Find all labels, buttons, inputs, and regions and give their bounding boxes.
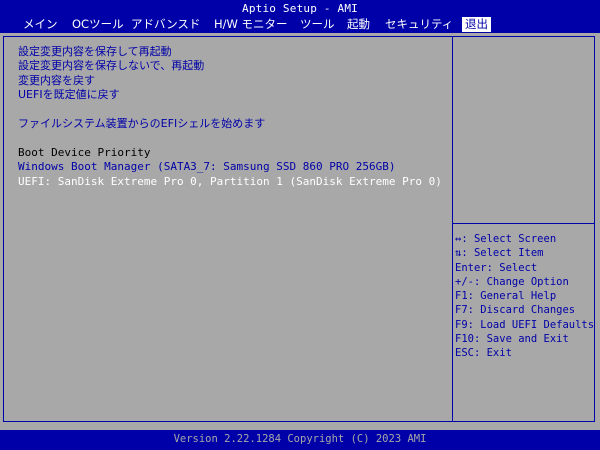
menu-bar: メイン OCツール アドバンスド H/W モニター ツール 起動 セキュリティ … (0, 16, 600, 33)
help-exit: ESC: Exit (455, 347, 512, 360)
menu-oc-tools[interactable]: OCツール (72, 17, 124, 32)
launch-efi-shell-option[interactable]: ファイルシステム装置からのEFIシェルを始めます (18, 117, 448, 131)
menu-main[interactable]: メイン (23, 17, 58, 32)
bios-screen: Aptio Setup - AMI メイン OCツール アドバンスド H/W モ… (0, 0, 600, 450)
help-discard-changes: F7: Discard Changes (455, 304, 576, 317)
load-defaults-option[interactable]: UEFIを既定値に戻す (18, 88, 448, 102)
app-title: Aptio Setup - AMI (242, 2, 358, 15)
help-enter: Enter: Select (455, 261, 538, 274)
menu-boot[interactable]: 起動 (347, 17, 370, 32)
discard-changes-option[interactable]: 変更内容を戻す (18, 74, 448, 88)
exit-options-list: 設定変更内容を保存して再起動 設定変更内容を保存しないで、再起動 変更内容を戻す… (18, 45, 448, 189)
menu-hw-monitor[interactable]: H/W モニター (214, 17, 288, 32)
help-select-item: ⇅: Select Item (455, 247, 544, 260)
menu-exit[interactable]: 退出 (462, 17, 491, 32)
panel-divider-horizontal (453, 223, 595, 224)
discard-changes-reboot-option[interactable]: 設定変更内容を保存しないで、再起動 (18, 59, 448, 73)
menu-security[interactable]: セキュリティ (385, 17, 453, 32)
title-bar: Aptio Setup - AMI メイン OCツール アドバンスド H/W モ… (0, 0, 600, 33)
version-footer: Version 2.22.1284 Copyright (C) 2023 AMI (0, 430, 600, 450)
help-change-option: +/-: Change Option (455, 275, 569, 288)
panel-divider-vertical (452, 36, 453, 422)
menu-advanced[interactable]: アドバンスド (131, 17, 200, 32)
key-help-panel: ↔: Select Screen ⇅: Select Item Enter: S… (455, 232, 595, 361)
help-general-help: F1: General Help (455, 290, 557, 303)
help-load-defaults: F9: Load UEFI Defaults (455, 318, 595, 331)
menu-tools[interactable]: ツール (300, 17, 335, 32)
help-save-exit: F10: Save and Exit (455, 333, 569, 346)
boot-device-windows-option[interactable]: Windows Boot Manager (SATA3_7: Samsung S… (18, 160, 448, 174)
help-select-screen: ↔: Select Screen (455, 233, 557, 245)
boot-priority-heading: Boot Device Priority (18, 145, 151, 159)
boot-device-usb-option[interactable]: UEFI: SanDisk Extreme Pro 0, Partition 1… (18, 175, 448, 189)
save-changes-reboot-option[interactable]: 設定変更内容を保存して再起動 (18, 45, 448, 59)
